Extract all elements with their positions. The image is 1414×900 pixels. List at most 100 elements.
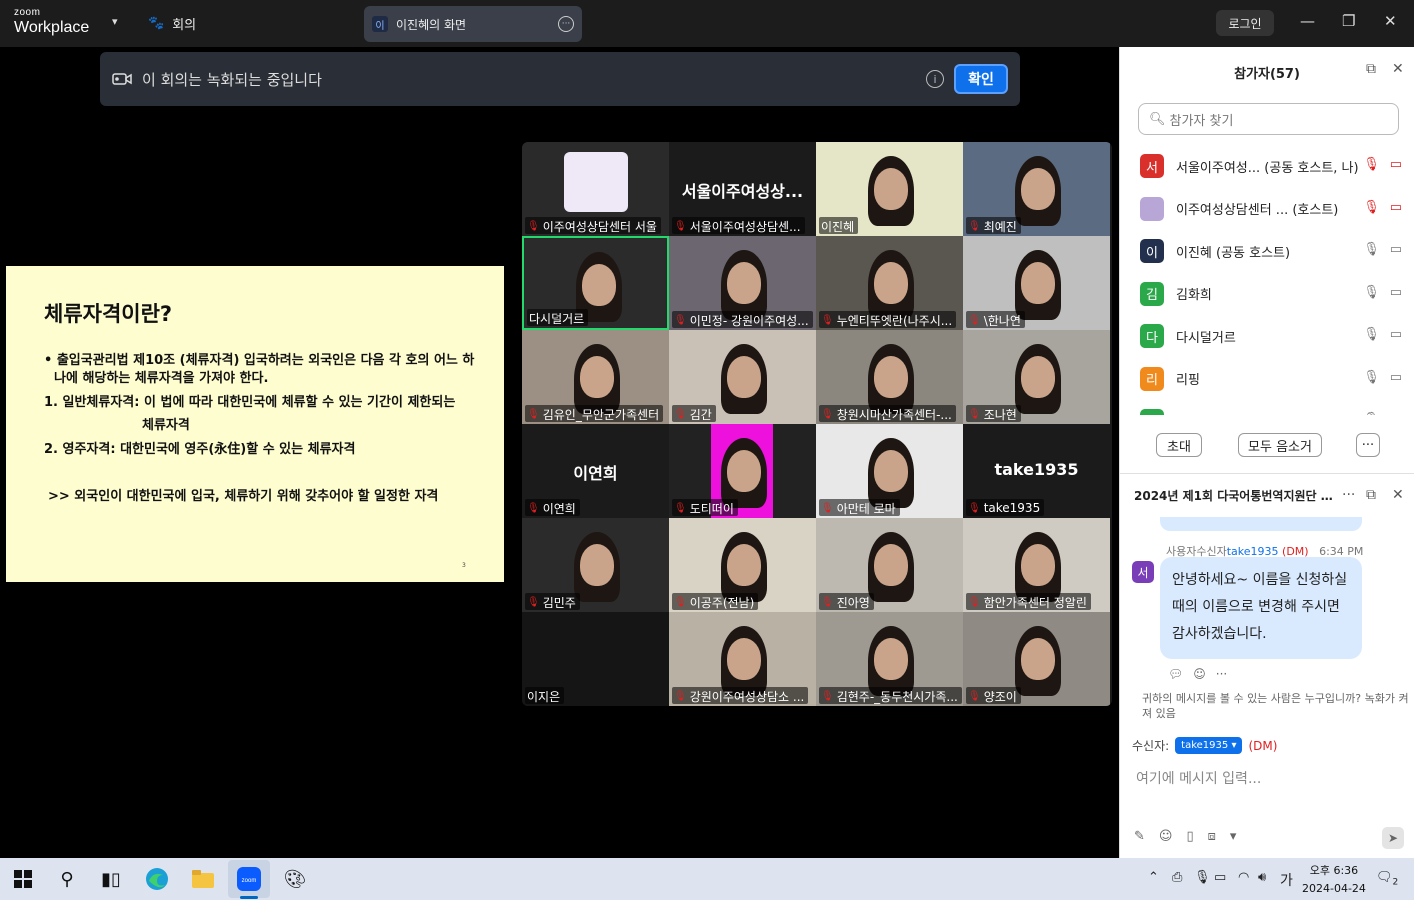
meeting-tab[interactable]: 🐾 회의 <box>148 14 196 33</box>
participant-face <box>1021 544 1055 586</box>
participant-row[interactable]: 이 이진혜 (공동 호스트) 🎙︎ ▭ <box>1140 230 1406 272</box>
video-tile[interactable]: 🎙︎ \한나연 <box>963 236 1110 330</box>
visibility-note[interactable]: 귀하의 메시지를 볼 수 있는 사람은 누구입니까? 녹화가 켜져 있음 <box>1126 691 1414 721</box>
camera-icon[interactable]: ▭ <box>1390 412 1402 415</box>
video-tile[interactable]: 🎙︎ 이공주(전남) <box>669 518 816 612</box>
info-icon[interactable]: i <box>926 70 944 88</box>
message-input[interactable]: 여기에 메시지 입력... <box>1136 768 1261 788</box>
chevron-down-icon[interactable]: ▾ <box>112 15 118 28</box>
mic-muted-icon: 🎙︎ <box>674 408 687 420</box>
participant-status-icons: 🎙︎ ▭ <box>1363 285 1402 300</box>
chevron-down-icon[interactable]: ▾ <box>1230 829 1237 844</box>
video-tile[interactable]: 🎙︎ 창원시마산가족센터-... <box>816 330 963 424</box>
edge-browser-icon[interactable] <box>144 866 170 892</box>
microphone-icon[interactable]: 🎙︎ <box>1363 285 1380 300</box>
video-tile[interactable]: 🎙︎ 김유인_무안군가족센터 <box>522 330 669 424</box>
screen-share-tab[interactable]: 이 이진혜의 화면 ··· <box>364 6 582 42</box>
video-tile[interactable]: 🎙︎ 이민정- 강원이주여성... <box>669 236 816 330</box>
reply-icon[interactable]: 💬︎ <box>1168 667 1183 681</box>
task-view-icon[interactable]: ▮▯ <box>98 866 124 892</box>
mute-all-button[interactable]: 모두 음소거 <box>1238 433 1322 457</box>
camera-icon[interactable]: ▭ <box>1390 285 1402 300</box>
windows-start-icon[interactable] <box>10 866 36 892</box>
emoji-icon[interactable]: ☺ <box>1159 829 1173 844</box>
confirm-button[interactable]: 확인 <box>954 64 1008 94</box>
participant-row[interactable]: 리 리핑 🎙︎ ▭ <box>1140 358 1406 400</box>
participant-row[interactable]: 서 서울이주여성... (공동 호스트, 나) 🎙︎ ▭ <box>1140 145 1406 187</box>
video-tile[interactable]: 🎙︎ 강원이주여성상담소 ... <box>669 612 816 706</box>
microphone-icon[interactable]: 🎙︎ <box>1194 870 1211 885</box>
previous-message-bubble <box>1160 517 1362 531</box>
close-icon[interactable]: ✕ <box>1384 12 1397 30</box>
video-tile[interactable]: 이지은 <box>522 612 669 706</box>
camera-off-icon[interactable]: ▭ <box>1390 200 1402 215</box>
close-panel-icon[interactable]: ✕ <box>1392 61 1404 77</box>
video-tile[interactable]: 🎙︎ 김민주 <box>522 518 669 612</box>
screenshot-icon[interactable]: ⧈ <box>1208 829 1216 844</box>
volume-icon[interactable]: 🔊︎ <box>1258 870 1266 885</box>
participant-row[interactable]: \ \한나연 🎙︎ ▭ <box>1140 400 1406 415</box>
camera-icon[interactable]: ▭ <box>1390 327 1402 342</box>
participant-row[interactable]: 다 다시덜거르 🎙︎ ▭ <box>1140 315 1406 357</box>
recipient-dropdown[interactable]: take1935 ▾ <box>1175 737 1243 754</box>
file-explorer-icon[interactable] <box>190 866 216 892</box>
microphone-icon[interactable]: 🎙︎ <box>1363 327 1380 342</box>
zoom-logo[interactable]: zoom Workplace <box>14 8 89 36</box>
mic-muted-icon[interactable]: 🎙︎ <box>1363 200 1380 215</box>
chevron-up-icon[interactable]: ⌃ <box>1148 870 1159 885</box>
microphone-icon[interactable]: 🎙︎ <box>1363 412 1380 415</box>
more-button[interactable]: ··· <box>1356 433 1380 457</box>
chat-popout-icon[interactable]: ⧉ <box>1366 487 1376 503</box>
video-tile[interactable]: 🎙︎ 최예진 <box>963 142 1110 236</box>
system-clock[interactable]: 오후 6:36 2024-04-24 <box>1302 862 1366 898</box>
restore-icon[interactable]: ❐ <box>1342 12 1355 30</box>
login-button[interactable]: 로그인 <box>1216 10 1274 36</box>
video-tile[interactable]: 이진혜 <box>816 142 963 236</box>
video-tile[interactable]: 🎙︎ 도티떠이 <box>669 424 816 518</box>
format-icon[interactable]: ✎ <box>1134 829 1145 844</box>
video-tile[interactable]: 서울이주여성상... 🎙︎ 서울이주여성상담센... <box>669 142 816 236</box>
participant-row[interactable]: 이주여성상담센터 ... (호스트) 🎙︎ ▭ <box>1140 188 1406 230</box>
mic-muted-icon[interactable]: 🎙︎ <box>1363 157 1380 172</box>
device-icon[interactable]: ⎙ <box>1172 870 1182 885</box>
notification-icon[interactable]: 🗨︎2 <box>1376 870 1398 888</box>
video-tile[interactable]: 🎙︎ 김간 <box>669 330 816 424</box>
search-icon[interactable]: ⚲ <box>54 866 80 892</box>
emoji-react-icon[interactable]: ☺ <box>1193 667 1206 681</box>
chat-close-icon[interactable]: ✕ <box>1392 487 1404 503</box>
minimize-icon[interactable]: — <box>1300 12 1315 30</box>
video-tile[interactable]: 🎙︎ 함안가족센터 정알린 <box>963 518 1110 612</box>
send-button[interactable]: ➤ <box>1382 827 1404 849</box>
video-tile[interactable]: 🎙︎ 진아영 <box>816 518 963 612</box>
camera-icon[interactable]: ▭ <box>1390 242 1402 257</box>
video-tile[interactable]: 다시덜거르 <box>522 236 669 330</box>
video-tile[interactable]: 🎙︎ 김현주-_동두천시가족... <box>816 612 963 706</box>
paint-app-icon[interactable]: 🎨︎ <box>282 866 308 892</box>
participant-face <box>874 356 908 398</box>
video-tile[interactable]: take1935 🎙︎ take1935 <box>963 424 1110 518</box>
file-icon[interactable]: ▯ <box>1186 829 1193 844</box>
zoom-app-icon[interactable]: zoom <box>236 866 262 892</box>
video-tile[interactable]: 이연희 🎙︎ 이연희 <box>522 424 669 518</box>
microphone-icon[interactable]: 🎙︎ <box>1363 370 1380 385</box>
more-options-icon[interactable]: ··· <box>558 16 574 32</box>
message-more-icon[interactable]: ··· <box>1216 667 1227 681</box>
camera-off-icon[interactable]: ▭ <box>1390 157 1402 172</box>
video-tile[interactable]: 🎙︎ 누엔티뚜엣란(나주시... <box>816 236 963 330</box>
tile-name-label: 🎙︎ 김간 <box>672 405 716 422</box>
search-icon: 🔍︎ <box>1149 111 1166 127</box>
battery-icon[interactable]: ▭ <box>1214 870 1226 885</box>
wifi-icon[interactable]: ◠ <box>1238 870 1249 885</box>
ime-indicator[interactable]: 가 <box>1280 870 1293 890</box>
video-tile[interactable]: 🎙︎ 이주여성상담센터 서울 <box>522 142 669 236</box>
participant-row[interactable]: 김 김화희 🎙︎ ▭ <box>1140 273 1406 315</box>
video-tile[interactable]: 🎙︎ 조나현 <box>963 330 1110 424</box>
popout-icon[interactable]: ⧉ <box>1366 61 1376 77</box>
invite-button[interactable]: 초대 <box>1156 433 1202 457</box>
participant-search-input[interactable]: 🔍︎ 참가자 찾기 <box>1138 103 1399 135</box>
camera-icon[interactable]: ▭ <box>1390 370 1402 385</box>
microphone-icon[interactable]: 🎙︎ <box>1363 242 1380 257</box>
video-tile[interactable]: 🎙︎ 양조이 <box>963 612 1110 706</box>
video-tile[interactable]: 🎙︎ 아만테 로마 <box>816 424 963 518</box>
chat-more-icon[interactable]: ··· <box>1342 487 1355 503</box>
